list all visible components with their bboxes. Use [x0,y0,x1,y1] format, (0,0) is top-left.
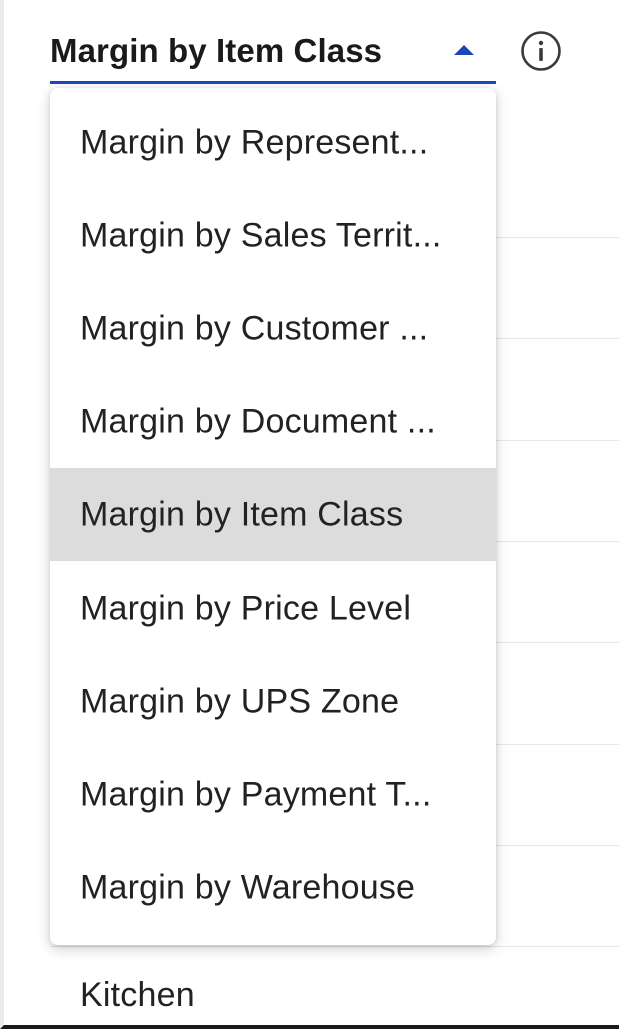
menu-item-label: Margin by Represent... [80,123,429,161]
menu-item-ups-zone[interactable]: Margin by UPS Zone [50,655,496,748]
menu-item-label: Margin by Customer ... [80,309,429,347]
list-divider [50,946,619,947]
menu-item-label: Margin by UPS Zone [80,682,400,720]
caret-up-icon [454,45,474,55]
menu-item-price-level[interactable]: Margin by Price Level [50,562,496,655]
menu-item-payment-terms[interactable]: Margin by Payment T... [50,748,496,841]
menu-item-label: Margin by Item Class [80,495,404,533]
info-icon[interactable] [520,30,562,72]
dropdown-menu: Margin by Represent... Margin by Sales T… [50,88,496,945]
menu-item-sales-territory[interactable]: Margin by Sales Territ... [50,189,496,282]
menu-item-document[interactable]: Margin by Document ... [50,375,496,468]
report-type-select[interactable]: Margin by Item Class [50,24,496,84]
page: Kitchen Margin by Item Class Margin by R… [0,0,619,1029]
list-item-label[interactable]: Kitchen [80,976,195,1015]
menu-item-representative[interactable]: Margin by Represent... [50,96,496,189]
menu-item-warehouse[interactable]: Margin by Warehouse [50,841,496,934]
menu-item-label: Margin by Sales Territ... [80,216,442,254]
menu-item-item-class[interactable]: Margin by Item Class [50,468,496,561]
menu-item-label: Margin by Price Level [80,589,412,627]
menu-item-label: Margin by Warehouse [80,868,416,906]
menu-item-label: Margin by Payment T... [80,775,432,813]
menu-item-customer[interactable]: Margin by Customer ... [50,282,496,375]
select-value: Margin by Item Class [50,32,383,69]
menu-item-label: Margin by Document ... [80,402,436,440]
